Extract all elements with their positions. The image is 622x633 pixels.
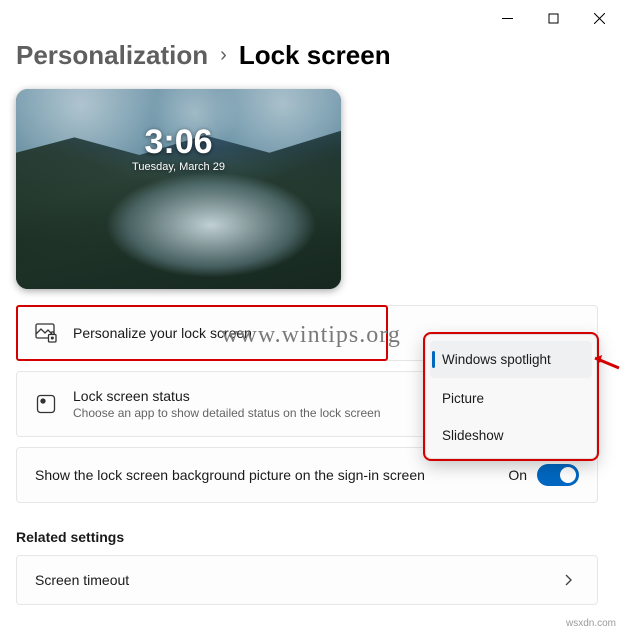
lock-screen-preview: 3:06 Tuesday, March 29 xyxy=(16,89,341,289)
dropdown-option-picture[interactable]: Picture xyxy=(426,380,596,417)
status-app-icon xyxy=(35,393,57,415)
toggle-state-label: On xyxy=(508,467,527,483)
page-title: Lock screen xyxy=(239,40,391,71)
personalize-row[interactable]: Personalize your lock screen xyxy=(17,306,387,360)
preview-time: 3:06 xyxy=(132,125,225,159)
dropdown-option-slideshow[interactable]: Slideshow xyxy=(426,417,596,454)
related-settings-heading: Related settings xyxy=(16,529,598,545)
picture-lock-icon xyxy=(35,322,57,344)
dropdown-option-spotlight[interactable]: Windows spotlight xyxy=(430,341,592,378)
background-type-dropdown[interactable]: Windows spotlight Picture Slideshow xyxy=(425,334,597,459)
close-button[interactable] xyxy=(576,0,622,36)
signin-bg-toggle[interactable] xyxy=(537,464,579,486)
signin-bg-title: Show the lock screen background picture … xyxy=(35,467,492,483)
screen-timeout-title: Screen timeout xyxy=(35,572,541,588)
preview-clock: 3:06 Tuesday, March 29 xyxy=(132,125,225,173)
chevron-right-icon: › xyxy=(220,44,227,67)
personalize-title: Personalize your lock screen xyxy=(73,325,369,341)
preview-date: Tuesday, March 29 xyxy=(132,161,225,173)
minimize-button[interactable] xyxy=(484,0,530,36)
source-mark: wsxdn.com xyxy=(566,618,616,629)
breadcrumb-parent[interactable]: Personalization xyxy=(16,40,208,71)
annotation-arrow-icon xyxy=(592,353,620,376)
maximize-button[interactable] xyxy=(530,0,576,36)
window-titlebar xyxy=(0,0,622,36)
screen-timeout-card[interactable]: Screen timeout xyxy=(16,555,598,605)
breadcrumb: Personalization › Lock screen xyxy=(16,40,598,71)
chevron-right-icon xyxy=(557,574,579,586)
